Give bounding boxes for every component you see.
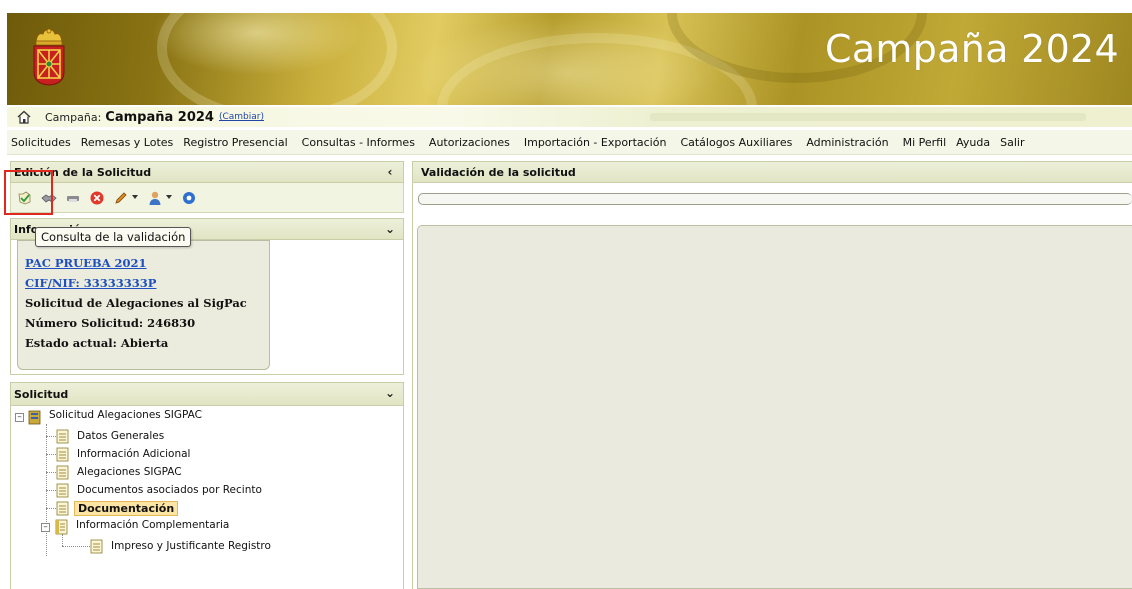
tree-node-complementaria[interactable]: – Información Complementaria <box>11 518 271 536</box>
tree-node-documentacion[interactable]: Documentación <box>56 499 179 517</box>
campaign-banner-title: Campaña 2024 <box>825 27 1119 71</box>
tree-guide <box>46 490 56 491</box>
info-card: PAC PRUEBA 2021 CIF/NIF: 33333333P Solic… <box>17 240 270 370</box>
tree-item-label[interactable]: Impreso y Justificante Registro <box>108 540 274 552</box>
tree-guide <box>46 454 56 455</box>
sign-dropdown-arrow[interactable] <box>132 195 138 199</box>
banner-decoration <box>157 13 397 105</box>
request-number: Número Solicitud: 246830 <box>25 316 196 330</box>
document-icon <box>56 447 69 461</box>
applicant-name-link[interactable]: PAC PRUEBA 2021 <box>25 256 147 270</box>
document-icon <box>56 483 69 497</box>
tree-guide <box>62 546 90 547</box>
menu-ayuda[interactable]: Ayuda <box>956 136 990 149</box>
validation-tooltip: Consulta de la validación <box>35 227 192 247</box>
user-icon[interactable] <box>147 190 163 206</box>
change-campaign-link[interactable]: (Cambiar) <box>219 112 264 122</box>
sign-pen-icon[interactable] <box>113 190 129 206</box>
home-icon[interactable] <box>17 110 31 124</box>
document-icon <box>56 465 69 479</box>
main-panel-title: Validación de la solicitud <box>421 165 576 179</box>
tree-item-label-selected[interactable]: Documentación <box>74 500 179 516</box>
solicitud-panel-title: Solicitud <box>14 387 69 401</box>
document-icon <box>90 539 103 553</box>
collapse-toggle[interactable]: – <box>41 523 50 532</box>
menu-remesas-lotes[interactable]: Remesas y Lotes <box>81 136 174 149</box>
main-panel-header: Validación de la solicitud <box>412 161 1132 183</box>
info-name-row: PAC PRUEBA 2021 <box>25 253 269 273</box>
validation-content-area <box>417 225 1132 589</box>
request-type: Solicitud de Alegaciones al SigPac <box>25 296 247 310</box>
tree-node-datos-generales[interactable]: Datos Generales <box>56 427 167 445</box>
menu-salir[interactable]: Salir <box>1000 136 1024 149</box>
tree-item-label[interactable]: Información Complementaria <box>73 519 232 531</box>
tree-guide <box>46 472 56 473</box>
chevron-down-icon[interactable]: ⌄ <box>385 387 395 399</box>
highlight-box <box>4 170 53 215</box>
tree-node-impreso-justificante[interactable]: Impreso y Justificante Registro <box>90 537 274 555</box>
tree-item-label[interactable]: Información Adicional <box>74 448 193 460</box>
menu-autorizaciones[interactable]: Autorizaciones <box>429 136 510 149</box>
folder-icon <box>55 519 68 535</box>
tree-item-label[interactable]: Datos Generales <box>74 430 167 442</box>
info-panel-body: PAC PRUEBA 2021 CIF/NIF: 33333333P Solic… <box>10 240 404 375</box>
delete-icon[interactable] <box>89 190 105 206</box>
panel-splitter[interactable] <box>404 161 412 589</box>
tree-node-alegaciones-sigpac[interactable]: Alegaciones SIGPAC <box>56 463 185 481</box>
edit-toolbar <box>10 183 404 213</box>
menu-importacion-exportacion[interactable]: Importación - Exportación <box>524 136 667 149</box>
campaign-bar: Campaña: Campaña 2024 (Cambiar) <box>7 107 1132 127</box>
chevron-down-icon[interactable]: ⌄ <box>385 223 395 235</box>
coat-of-arms-logo <box>33 28 65 86</box>
print-icon[interactable] <box>65 190 81 206</box>
menu-mi-perfil[interactable]: Mi Perfil <box>903 136 947 149</box>
request-status: Estado actual: Abierta <box>25 336 169 350</box>
document-icon <box>56 501 69 515</box>
main-menu-bar: Solicitudes Remesas y Lotes Registro Pre… <box>7 130 1132 155</box>
menu-consultas-informes[interactable]: Consultas - Informes <box>302 136 415 149</box>
solicitud-tree: – Solicitud Alegaciones SIGPAC Datos Gen… <box>10 406 404 589</box>
header-banner: Campaña 2024 <box>7 13 1132 105</box>
info-cif-row: CIF/NIF: 33333333P <box>25 273 269 293</box>
tree-node-informacion-adicional[interactable]: Información Adicional <box>56 445 193 463</box>
menu-registro-presencial[interactable]: Registro Presencial <box>183 136 287 149</box>
menu-administracion[interactable]: Administración <box>806 136 888 149</box>
collapse-toggle[interactable]: – <box>15 413 24 422</box>
tree-item-label[interactable]: Alegaciones SIGPAC <box>74 466 185 478</box>
campaign-value: Campaña 2024 <box>105 109 214 125</box>
tree-guide <box>46 436 56 437</box>
campaign-label: Campaña: <box>45 110 102 124</box>
tree-guide <box>46 508 56 509</box>
user-dropdown-arrow[interactable] <box>166 195 172 199</box>
chevron-left-icon[interactable]: ‹ <box>385 166 395 178</box>
document-icon <box>56 429 69 443</box>
campaign-bar-track <box>650 113 1086 121</box>
solicitud-panel-header: Solicitud ⌄ <box>10 382 404 406</box>
tree-root-label[interactable]: Solicitud Alegaciones SIGPAC <box>46 409 205 421</box>
tree-node-documentos-recinto[interactable]: Documentos asociados por Recinto <box>56 481 265 499</box>
info-icon[interactable] <box>181 190 197 206</box>
menu-catalogos-auxiliares[interactable]: Catálogos Auxiliares <box>680 136 792 149</box>
edit-panel-header: Edición de la Solicitud ‹ <box>10 161 404 183</box>
folder-icon <box>28 410 41 425</box>
validation-progress-bar <box>418 193 1132 205</box>
tree-item-label[interactable]: Documentos asociados por Recinto <box>74 484 265 496</box>
cif-link[interactable]: CIF/NIF: 33333333P <box>25 276 156 290</box>
menu-solicitudes[interactable]: Solicitudes <box>11 136 71 149</box>
